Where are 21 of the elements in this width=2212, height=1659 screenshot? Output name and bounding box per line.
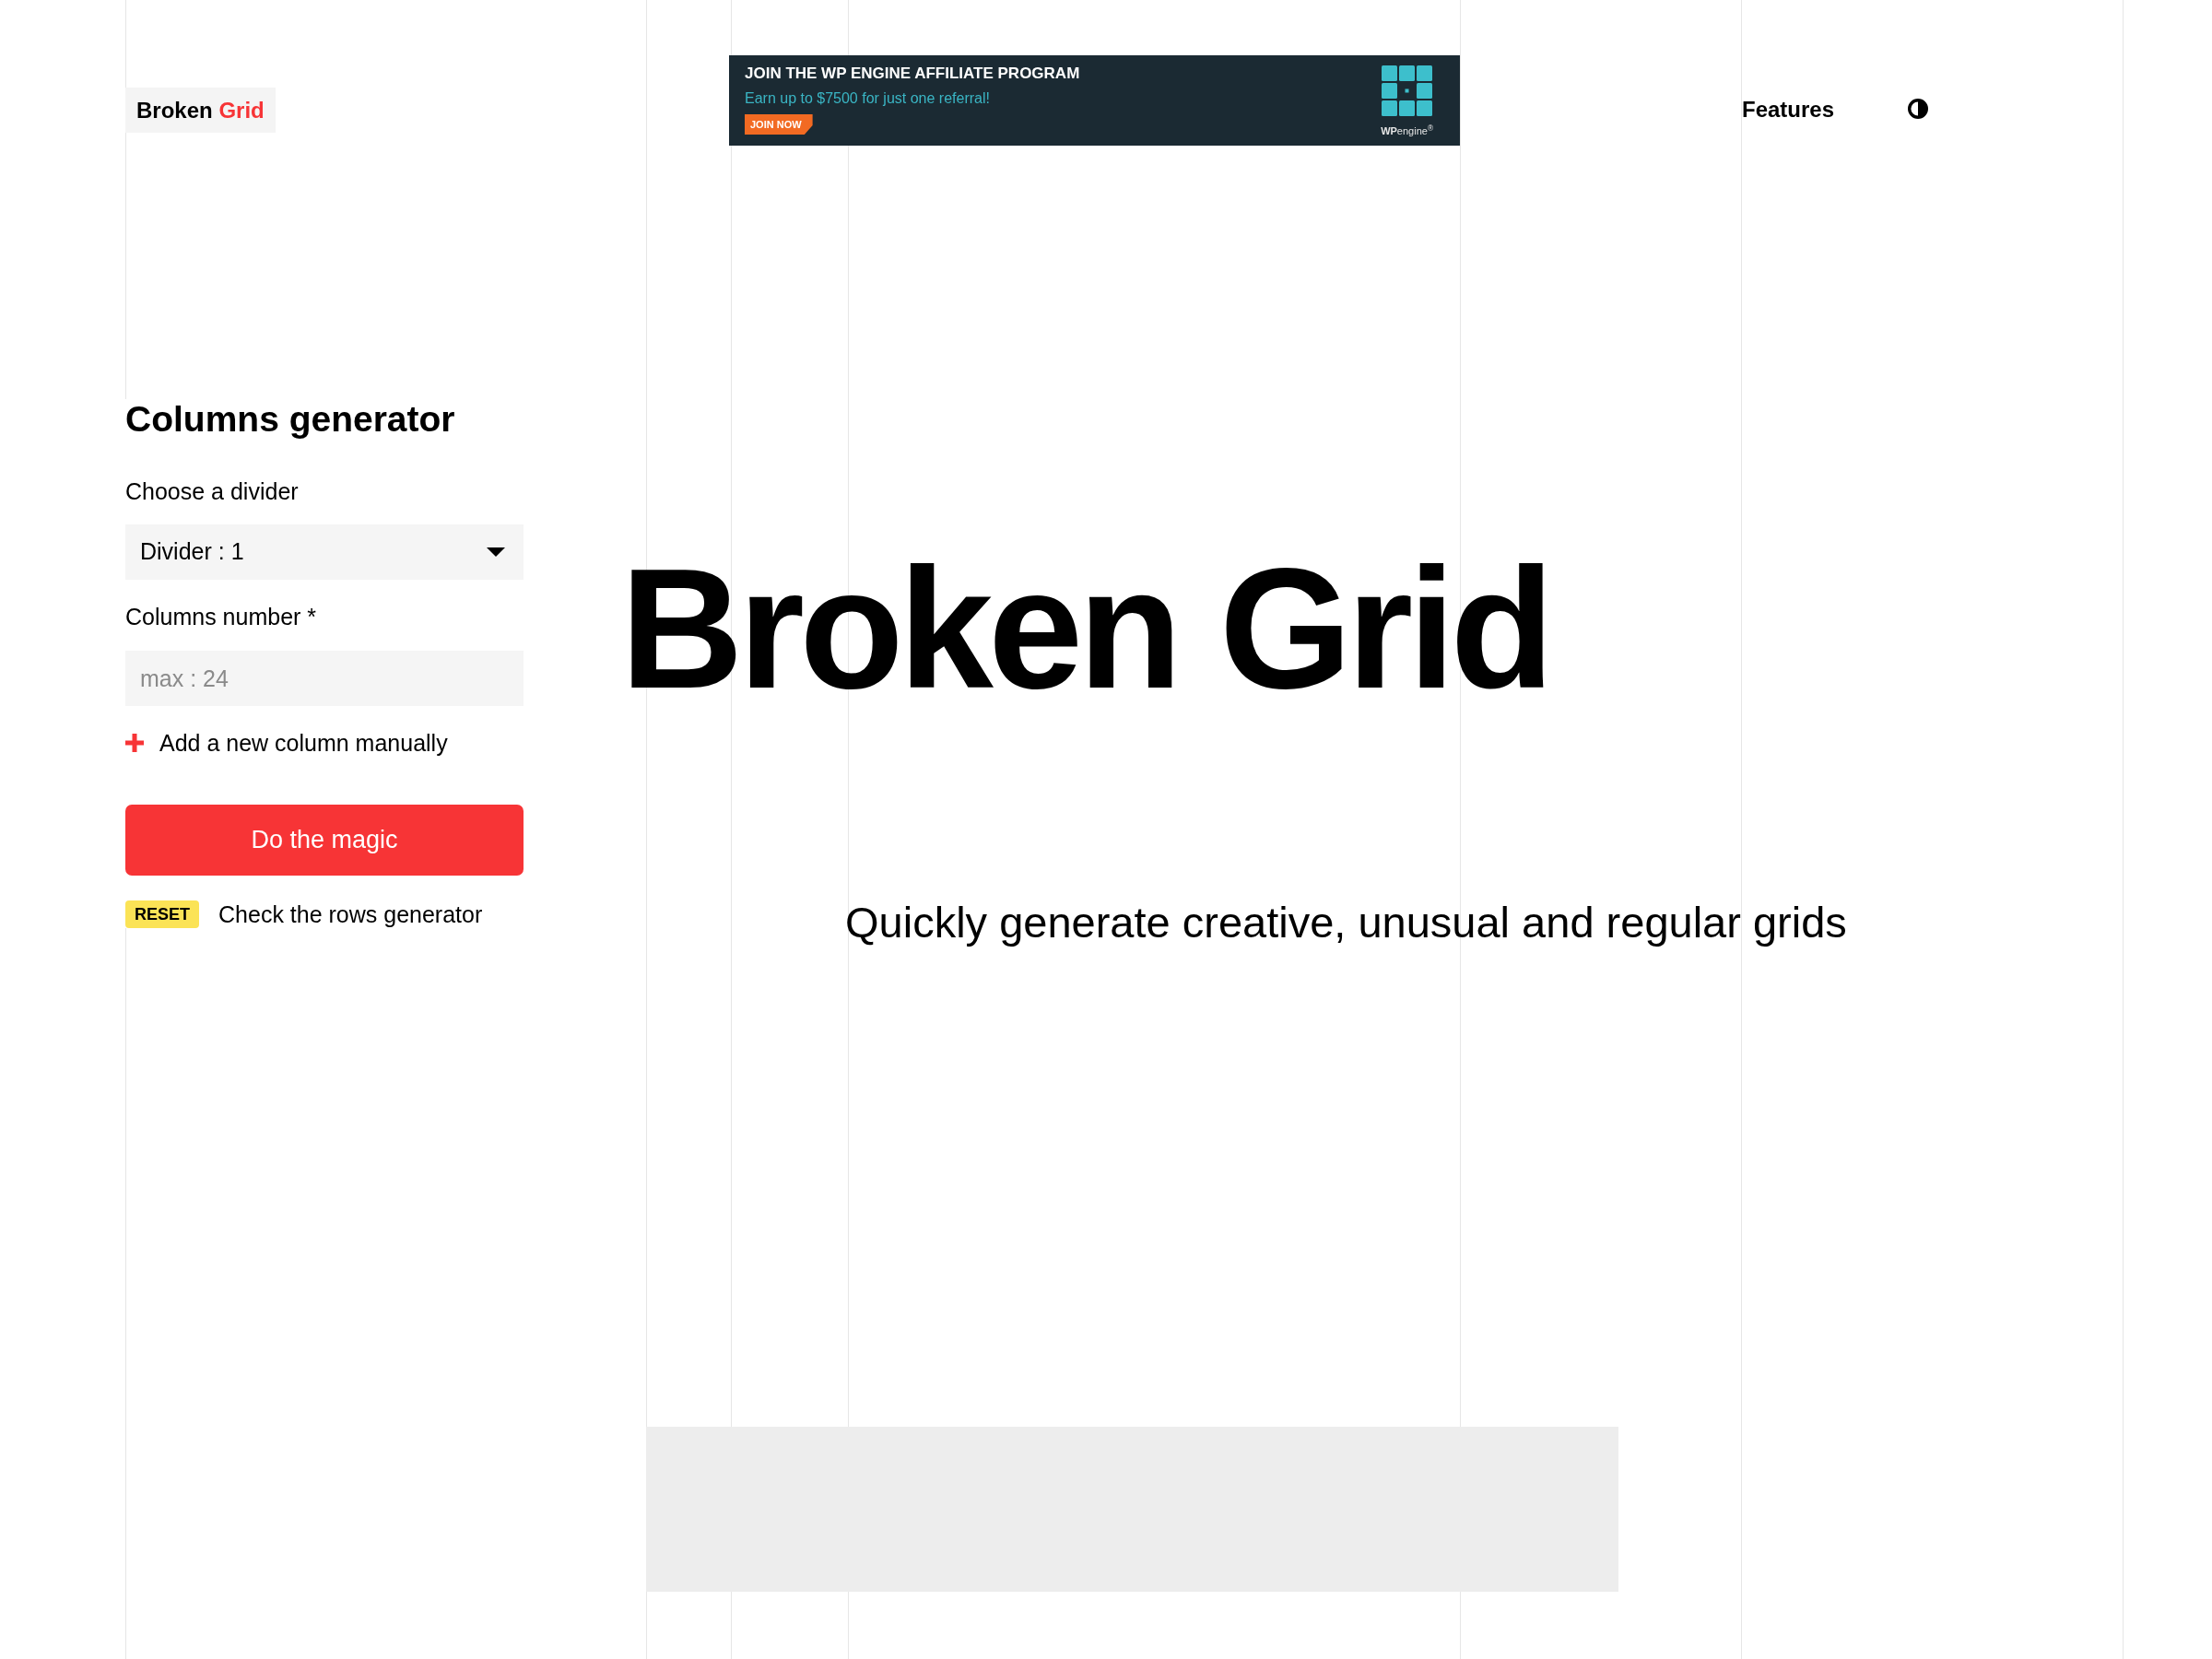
hero-title: Broken Grid <box>620 544 1550 714</box>
caret-icon <box>487 547 505 557</box>
ad-brand-name: WPengine$^{®}$ <box>1381 125 1433 136</box>
add-column-button[interactable]: Add a new column manually <box>125 729 448 757</box>
plus-icon <box>125 734 144 752</box>
site-logo[interactable]: Broken Grid <box>125 88 276 133</box>
divider-select[interactable]: Divider : 1 <box>125 524 524 580</box>
columns-label: Columns number * <box>125 603 317 630</box>
ad-title: JOIN THE WP ENGINE AFFILIATE PROGRAM <box>745 64 1080 84</box>
hero-subtitle: Quickly generate creative, unusual and regular grids <box>845 897 1847 948</box>
features-link[interactable]: Features <box>1742 97 1835 123</box>
tile-logo-icon <box>1382 65 1433 116</box>
ad-banner[interactable]: JOIN THE WP ENGINE AFFILIATE PROGRAM Earn up to $7500 for just one referral! JOIN NOW WPengine$^{®}$ <box>729 55 1460 146</box>
ad-subtitle: Earn up to $7500 for just one referral! <box>745 89 990 108</box>
generator-title: Columns generator <box>125 399 455 440</box>
divider-label: Choose a divider <box>125 477 299 505</box>
columns-input[interactable]: max : 24 <box>125 651 524 706</box>
contrast-icon[interactable] <box>1908 99 1929 119</box>
reset-button[interactable]: RESET <box>125 900 199 928</box>
do-the-magic-button[interactable]: Do the magic <box>125 805 524 876</box>
rows-generator-link[interactable]: Check the rows generator <box>218 900 483 928</box>
